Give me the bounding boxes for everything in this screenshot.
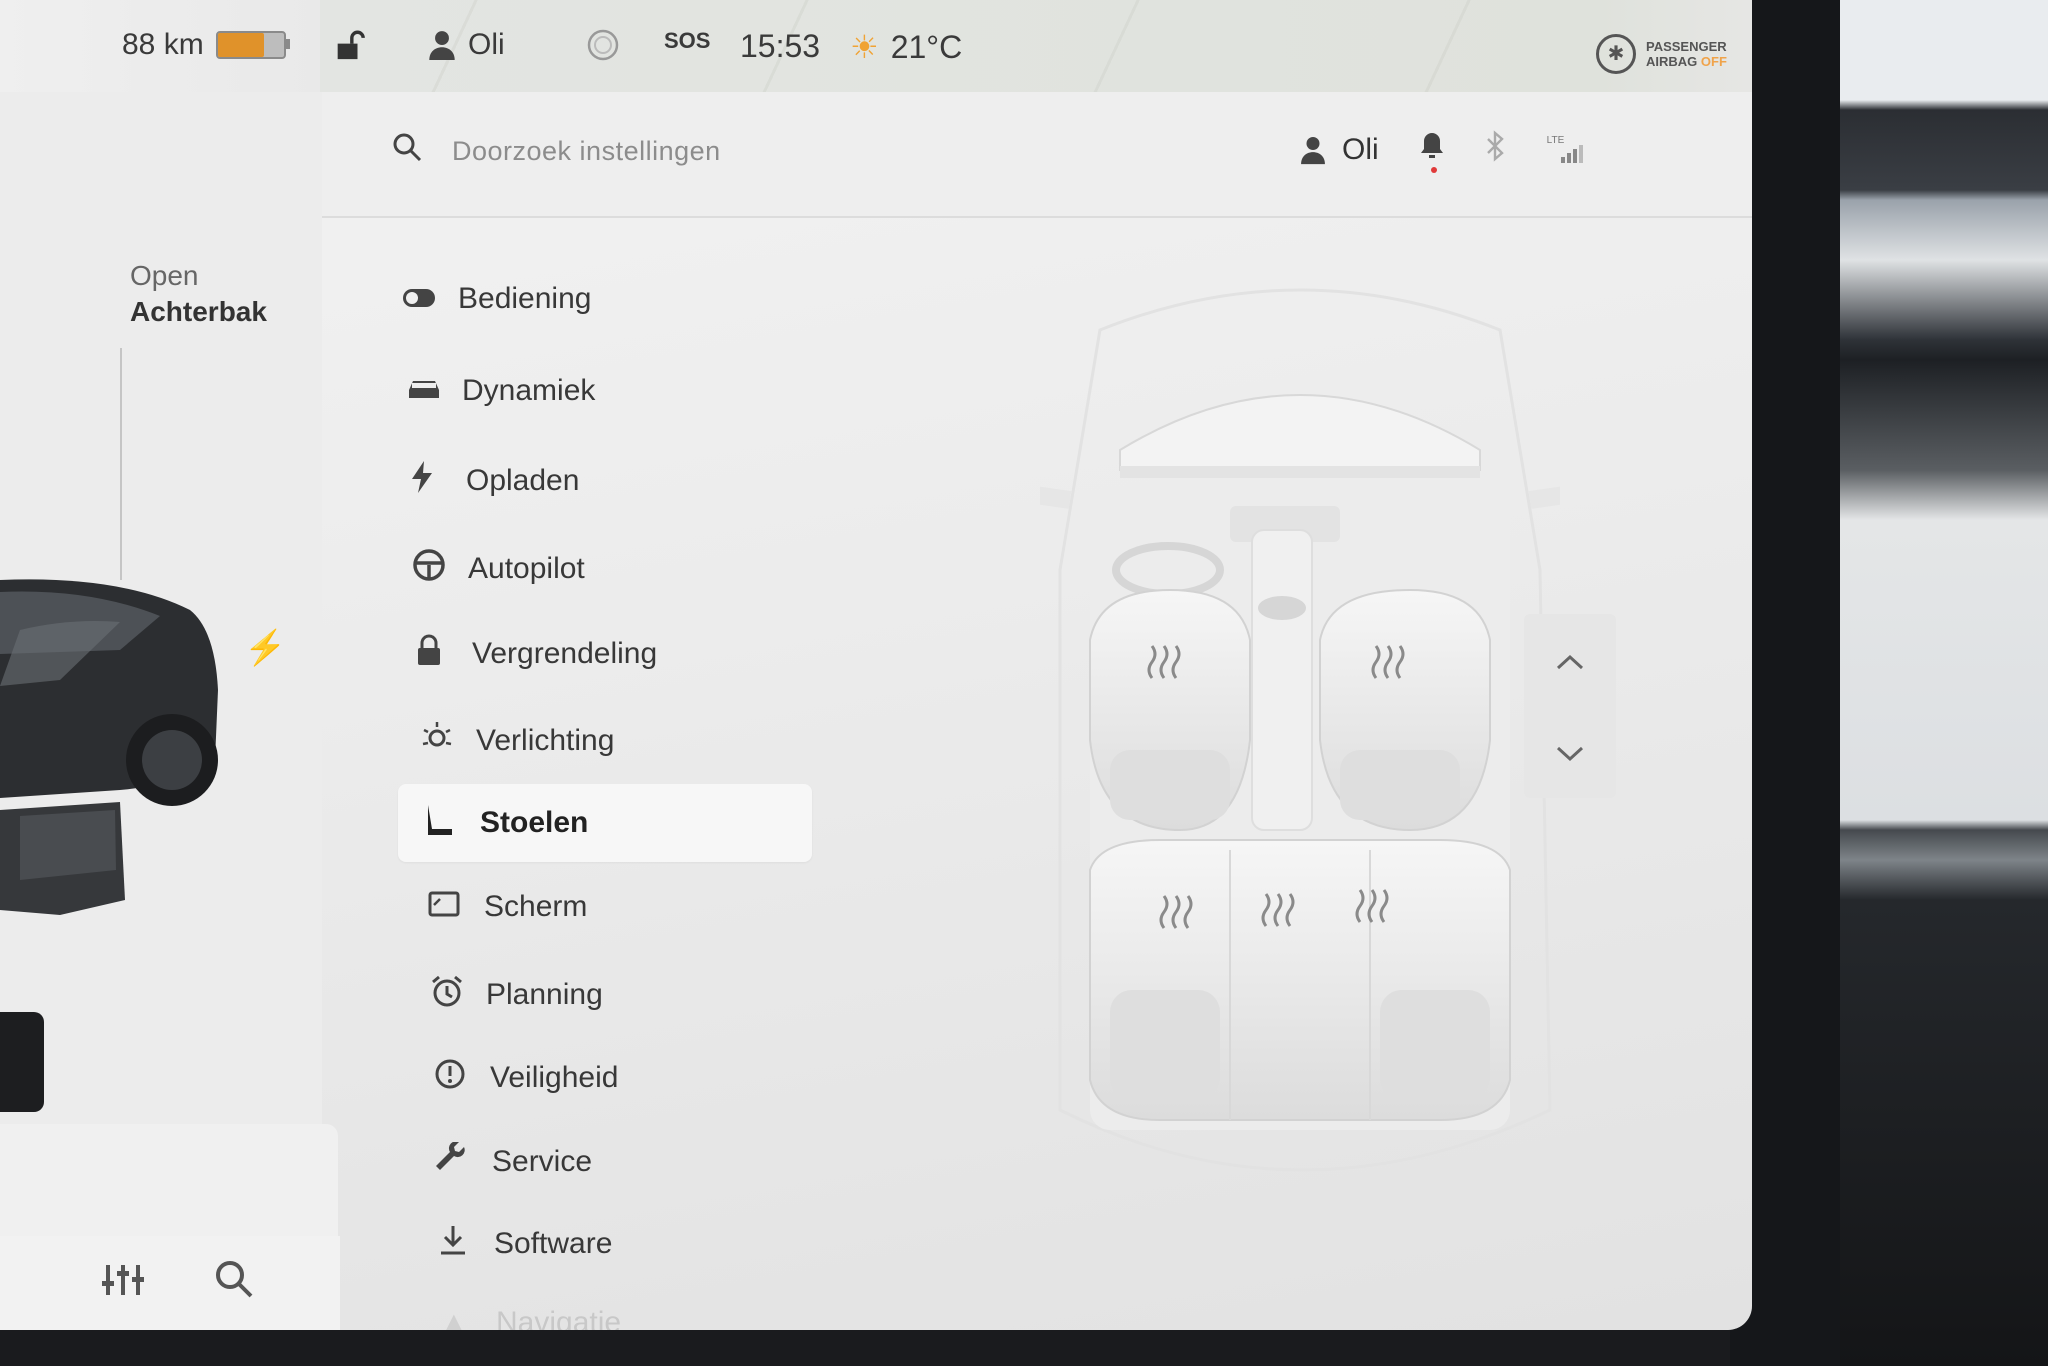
menu-item-navigatie[interactable]: ▲ Navigatie [440, 1306, 621, 1330]
unlock-icon[interactable] [332, 28, 366, 62]
weather: ☀ 21°C [850, 28, 962, 66]
menu-item-label: Software [494, 1226, 613, 1260]
car-icon [406, 375, 462, 407]
battery-icon [215, 31, 290, 59]
search-icon [392, 132, 422, 170]
notification-dot [1430, 166, 1437, 173]
left-bottom-bar [0, 1236, 340, 1330]
menu-item-scherm[interactable]: Scherm [428, 890, 587, 924]
airbag-label-line1: PASSENGER [1646, 39, 1727, 54]
menu-item-label: Verlichting [476, 723, 615, 757]
menu-item-label: Service [492, 1144, 593, 1178]
menu-item-label: Planning [486, 977, 603, 1011]
menu-item-label: Bediening [458, 282, 592, 315]
seat-heater-diagram [1040, 288, 1560, 1172]
media-card[interactable] [0, 1124, 338, 1236]
bolt-icon [410, 461, 466, 500]
menu-item-software[interactable]: Software [438, 1224, 612, 1263]
airbag-state: OFF [1700, 54, 1727, 69]
toggle-icon [402, 283, 458, 315]
rear-bench[interactable] [1089, 839, 1511, 1121]
chevron-up-icon[interactable] [1555, 642, 1585, 679]
safety-icon [434, 1058, 490, 1097]
car-interior-background [1830, 0, 2048, 1366]
front-right-seat[interactable] [1319, 588, 1491, 832]
lte-signal-icon: LTE [1547, 135, 1587, 165]
settings-header: Doorzoek instellingen Oli LTE [322, 92, 1752, 218]
menu-item-bediening[interactable]: Bediening [402, 282, 591, 316]
car-render [0, 579, 218, 915]
menu-item-label: Autopilot [468, 551, 585, 585]
range-display[interactable]: 88 km [122, 28, 290, 62]
touchscreen: 88 km Oli SOS 15:53 ☀ 21°C ✱ PASSENGER A… [0, 0, 1752, 1330]
notification-bell-icon[interactable] [1419, 131, 1445, 173]
trunk-action: Open [130, 260, 199, 291]
trunk-label: Achterbak [130, 296, 267, 327]
status-bar-map-background [320, 0, 1752, 92]
sun-icon: ☀ [850, 29, 879, 65]
airbag-label-line2: AIRBAG [1646, 54, 1698, 69]
clock: 15:53 [740, 28, 820, 65]
sos-label: SOS [664, 28, 711, 53]
settings-search[interactable]: Doorzoek instellingen [392, 132, 721, 170]
range-text: 88 km [122, 28, 204, 61]
time-text: 15:53 [740, 28, 821, 64]
person-icon [1301, 136, 1325, 164]
menu-item-veiligheid[interactable]: Veiligheid [434, 1058, 618, 1097]
seat-icon [424, 803, 480, 844]
battery-fill [217, 33, 264, 57]
temperature-text: 21°C [890, 28, 963, 65]
front-left-seat[interactable] [1089, 588, 1251, 832]
trunk-pointer-line [120, 348, 122, 580]
wrench-icon [436, 1141, 492, 1181]
driver-profile[interactable]: Oli [428, 28, 505, 62]
chevron-down-icon[interactable] [1555, 734, 1585, 771]
display-icon [428, 891, 484, 924]
menu-item-opladen[interactable]: Opladen [410, 461, 579, 500]
menu-item-dynamiek[interactable]: Dynamiek [406, 374, 595, 408]
scroll-buttons [1524, 614, 1616, 798]
navigation-icon: ▲ [440, 1306, 468, 1330]
menu-item-autopilot[interactable]: Autopilot [412, 548, 585, 589]
passenger-airbag-indicator: ✱ PASSENGER AIRBAG OFF [1596, 34, 1727, 74]
menu-item-vergrendeling[interactable]: Vergrendeling [416, 634, 657, 673]
equalizer-icon[interactable] [102, 1261, 144, 1306]
profile-button[interactable]: Oli [1300, 133, 1379, 167]
menu-item-planning[interactable]: Planning [430, 974, 603, 1015]
menu-item-label: Navigatie [496, 1306, 622, 1330]
light-icon [420, 720, 476, 761]
alarm-clock-icon [430, 974, 486, 1015]
open-trunk-button[interactable]: Open Achterbak [130, 258, 267, 330]
menu-item-label: Stoelen [480, 806, 589, 839]
sentry-icon[interactable] [586, 28, 620, 62]
menu-item-label: Veiligheid [490, 1060, 619, 1094]
lock-icon [416, 634, 472, 673]
menu-item-label: Scherm [484, 890, 588, 923]
steering-wheel-icon [412, 548, 468, 589]
header-actions: Oli LTE [1300, 130, 1587, 173]
profile-name: Oli [1342, 132, 1379, 166]
charge-port-button[interactable] [0, 1012, 44, 1112]
menu-item-label: Opladen [466, 463, 580, 497]
menu-item-service[interactable]: Service [436, 1141, 593, 1181]
charging-bolt-icon: ⚡ [244, 629, 287, 667]
menu-item-label: Dynamiek [462, 374, 596, 407]
menu-item-verlichting[interactable]: Verlichting [420, 720, 614, 761]
search-icon[interactable] [214, 1259, 254, 1308]
menu-item-stoelen[interactable]: Stoelen [398, 784, 812, 862]
driver-name: Oli [468, 28, 505, 61]
person-icon [429, 31, 455, 60]
search-input[interactable]: Doorzoek instellingen [452, 136, 721, 167]
download-icon [438, 1224, 494, 1263]
airbag-icon: ✱ [1596, 34, 1636, 74]
menu-item-label: Vergrendeling [472, 636, 658, 670]
sos-button[interactable]: SOS [664, 28, 710, 54]
status-bar: 88 km Oli SOS 15:53 ☀ 21°C ✱ PASSENGER A… [0, 0, 1752, 92]
bluetooth-icon[interactable] [1485, 130, 1507, 169]
